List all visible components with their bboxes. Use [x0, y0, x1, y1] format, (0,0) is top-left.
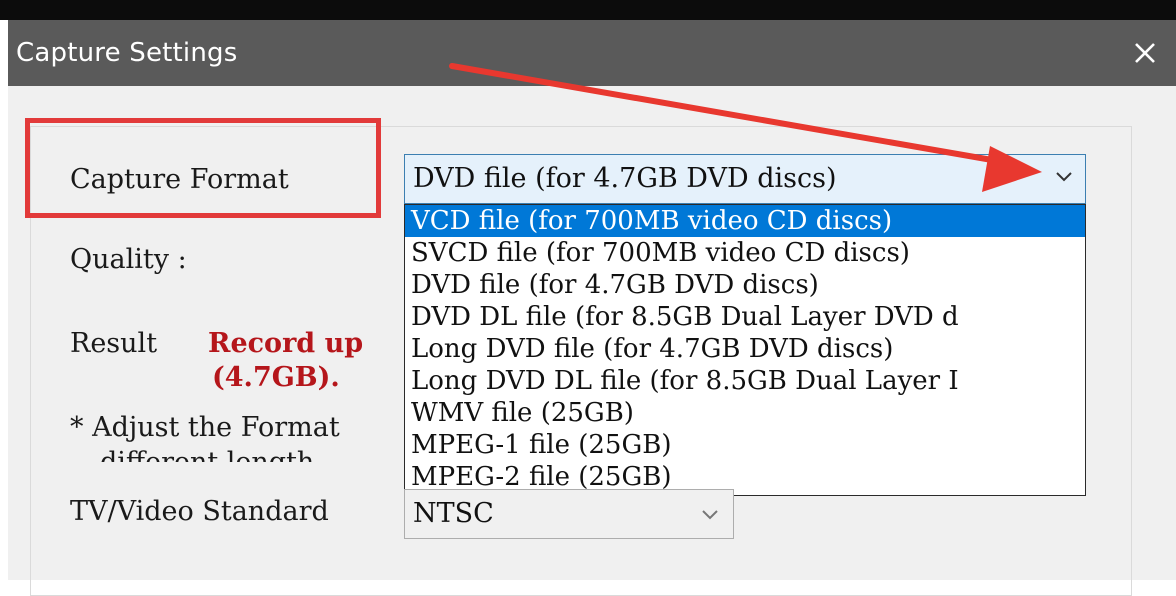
capture-format-select[interactable]: DVD file (for 4.7GB DVD discs) [404, 154, 1086, 204]
format-option-long-dvd[interactable]: Long DVD file (for 4.7GB DVD discs) [405, 333, 1085, 365]
note-line1: * Adjust the Format [70, 412, 340, 443]
format-option-dvd-dl[interactable]: DVD DL file (for 8.5GB Dual Layer DVD d [405, 301, 1085, 333]
result-text-line1: Record up [208, 328, 364, 359]
note-line2: different length [100, 446, 314, 462]
window-title: Capture Settings [16, 38, 238, 68]
format-option-vcd[interactable]: VCD file (for 700MB video CD discs) [405, 205, 1085, 237]
chevron-down-icon [1056, 172, 1072, 182]
format-option-wmv[interactable]: WMV file (25GB) [405, 397, 1085, 429]
capture-format-value: DVD file (for 4.7GB DVD discs) [413, 163, 837, 194]
title-bar: Capture Settings [8, 20, 1176, 86]
top-edge [0, 0, 1176, 20]
close-icon [1135, 43, 1155, 63]
result-label: Result [70, 328, 158, 359]
tv-standard-value: NTSC [413, 498, 494, 529]
quality-label: Quality : [70, 244, 187, 275]
tv-standard-select[interactable]: NTSC [404, 489, 734, 539]
capture-format-dropdown-list: VCD file (for 700MB video CD discs) SVCD… [404, 204, 1086, 496]
close-button[interactable] [1114, 20, 1176, 86]
format-option-svcd[interactable]: SVCD file (for 700MB video CD discs) [405, 237, 1085, 269]
chevron-down-icon [702, 510, 718, 520]
format-option-dvd[interactable]: DVD file (for 4.7GB DVD discs) [405, 269, 1085, 301]
format-option-mpeg1[interactable]: MPEG-1 file (25GB) [405, 429, 1085, 461]
format-option-long-dvd-dl[interactable]: Long DVD DL file (for 8.5GB Dual Layer I [405, 365, 1085, 397]
capture-format-label: Capture Format [70, 164, 289, 195]
result-text-line2: (4.7GB). [212, 362, 340, 393]
tv-standard-label: TV/Video Standard [70, 496, 329, 527]
